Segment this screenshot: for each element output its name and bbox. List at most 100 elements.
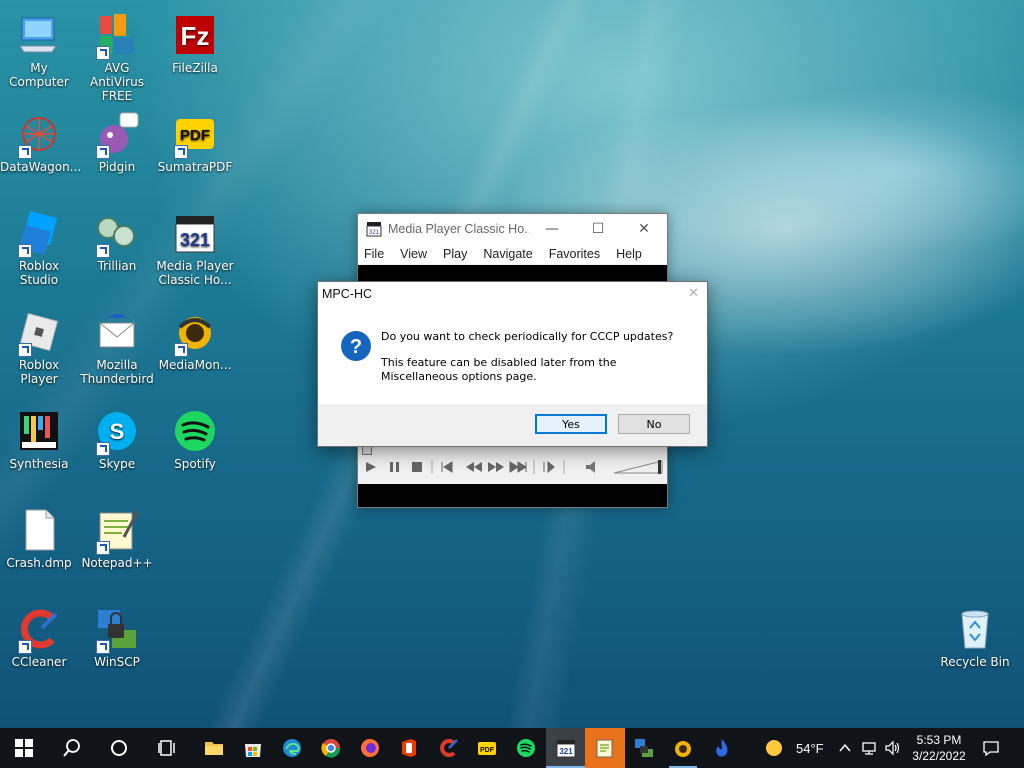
desktop-icon-datawagon[interactable]: DataWagon...	[0, 107, 81, 174]
dialog-message: Do you want to check periodically for CC…	[381, 330, 674, 343]
taskbar-app-blue[interactable]	[702, 728, 742, 768]
dialog-footer: Yes No	[318, 404, 707, 446]
taskbar-office[interactable]	[389, 728, 429, 768]
desktop-icon-mpc[interactable]: 321 Media Player Classic Ho...	[156, 206, 234, 287]
taskbar-chrome[interactable]	[311, 728, 351, 768]
desktop-icon-mediamonkey[interactable]: MediaMon...	[156, 305, 234, 372]
playback-controls	[358, 446, 667, 484]
desktop-icon-crash-dmp[interactable]: Crash.dmp	[0, 503, 78, 570]
menu-view[interactable]: View	[400, 247, 427, 261]
volume-control[interactable]	[884, 728, 902, 768]
desktop-icon-recycle-bin[interactable]: Recycle Bin	[936, 602, 1014, 669]
winscp-icon	[635, 739, 653, 757]
speaker-icon	[885, 740, 900, 756]
clock[interactable]: 5:53 PM 3/22/2022	[906, 732, 972, 764]
control-buttons	[366, 460, 663, 474]
taskbar-file-explorer[interactable]	[194, 728, 234, 768]
icon-label: SumatraPDF	[157, 160, 233, 174]
icon-label: Recycle Bin	[940, 655, 1010, 669]
desktop-icon-thunderbird[interactable]: Mozilla Thunderbird	[78, 305, 156, 386]
chrome-icon	[321, 739, 341, 758]
edge-icon	[283, 739, 301, 757]
desktop-icon-filezilla[interactable]: Fz FileZilla	[156, 8, 234, 75]
start-button[interactable]	[4, 728, 44, 768]
folder-icon	[205, 742, 223, 755]
action-center-button[interactable]	[982, 728, 1000, 768]
office-icon	[402, 739, 416, 757]
desktop-icon-roblox-studio[interactable]: Roblox Studio	[0, 206, 78, 287]
desktop-icon-avg[interactable]: AVG AntiVirus FREE	[78, 8, 156, 103]
desktop-icon-winscp[interactable]: WinSCP	[78, 602, 156, 669]
sumatrapdf-icon: PDF	[478, 742, 496, 755]
desktop-icon-spotify[interactable]: Spotify	[156, 404, 234, 471]
mediamonkey-icon	[172, 309, 218, 357]
mediamonkey-icon	[675, 741, 691, 757]
svg-text:321: 321	[559, 747, 573, 756]
taskbar-firefox[interactable]	[350, 728, 390, 768]
taskbar-edge[interactable]	[272, 728, 312, 768]
pidgin-icon	[94, 111, 140, 159]
icon-label: FileZilla	[172, 61, 218, 75]
icon-label: Skype	[98, 457, 136, 471]
icon-label: Roblox Player	[18, 358, 60, 386]
blue-flame-icon	[716, 739, 728, 757]
taskbar-mpc-hc[interactable]: 321	[546, 728, 586, 768]
close-button[interactable]: ✕	[621, 214, 667, 244]
spotify-icon	[517, 739, 535, 757]
mpc-titlebar[interactable]: 321 Media Player Classic Ho... — ☐ ✕	[358, 214, 667, 244]
weather-widget[interactable]: 54°F	[764, 728, 824, 768]
avg-antivirus-icon	[94, 12, 140, 60]
desktop-icon-skype[interactable]: S Skype	[78, 404, 156, 471]
taskbar-winscp[interactable]	[624, 728, 664, 768]
desktop-icon-sumatrapdf[interactable]: PDF SumatraPDF	[156, 107, 234, 174]
search-button[interactable]	[52, 728, 92, 768]
icon-label: Mozilla Thunderbird	[80, 358, 154, 386]
menu-play[interactable]: Play	[443, 247, 467, 261]
no-button[interactable]: No	[618, 414, 690, 434]
minimize-button[interactable]: —	[529, 214, 575, 244]
desktop-icon-ccleaner[interactable]: CCleaner	[0, 602, 78, 669]
svg-text:PDF: PDF	[180, 127, 210, 144]
weather-temperature: 54°F	[796, 740, 824, 756]
desktop-icon-synthesia[interactable]: Synthesia	[0, 404, 78, 471]
seek-bar[interactable]	[362, 446, 372, 455]
desktop-icon-pidgin[interactable]: Pidgin	[78, 107, 156, 174]
desktop-icon-notepadpp[interactable]: Notepad++	[78, 503, 156, 570]
mpc-menubar: File View Play Navigate Favorites Help	[358, 244, 667, 264]
taskbar-notepadpp[interactable]	[585, 728, 625, 768]
icon-label: MediaMon...	[158, 358, 232, 372]
menu-file[interactable]: File	[364, 247, 384, 261]
taskbar: PDF 321 54°F 5:53 PM 3/22/2022	[0, 728, 1024, 768]
trillian-icon	[94, 210, 140, 258]
show-hidden-icons[interactable]	[838, 728, 852, 768]
icon-label: CCleaner	[11, 655, 67, 669]
task-view-icon	[158, 740, 175, 756]
task-view-button[interactable]	[147, 728, 187, 768]
cortana-button[interactable]	[99, 728, 139, 768]
network-status[interactable]	[861, 728, 879, 768]
dialog-close-icon[interactable]: ✕	[688, 286, 699, 301]
icon-label: Spotify	[174, 457, 216, 471]
desktop-icon-my-computer[interactable]: My Computer	[0, 8, 78, 89]
taskbar-ccleaner[interactable]	[428, 728, 468, 768]
taskbar-store[interactable]	[233, 728, 273, 768]
update-dialog[interactable]: MPC-HC ✕ ? Do you want to check periodic…	[317, 281, 708, 447]
svg-text:Fz: Fz	[181, 21, 210, 51]
taskbar-mediamonkey[interactable]	[663, 728, 703, 768]
icon-label: WinSCP	[94, 655, 140, 669]
menu-favorites[interactable]: Favorites	[549, 247, 600, 261]
search-icon	[63, 739, 80, 757]
taskbar-sumatrapdf[interactable]: PDF	[467, 728, 507, 768]
desktop-icon-trillian[interactable]: Trillian	[78, 206, 156, 273]
menu-help[interactable]: Help	[616, 247, 642, 261]
dialog-title: MPC-HC	[322, 287, 372, 301]
desktop-icon-roblox-player[interactable]: Roblox Player	[0, 305, 78, 386]
taskbar-spotify[interactable]	[506, 728, 546, 768]
recycle-bin-icon	[952, 606, 998, 652]
mpc-icon: 321	[172, 210, 218, 256]
yes-button[interactable]: Yes	[535, 414, 607, 434]
maximize-button[interactable]: ☐	[575, 214, 621, 244]
menu-navigate[interactable]: Navigate	[483, 247, 532, 261]
sun-icon	[766, 740, 782, 756]
clock-date: 3/22/2022	[912, 749, 966, 763]
